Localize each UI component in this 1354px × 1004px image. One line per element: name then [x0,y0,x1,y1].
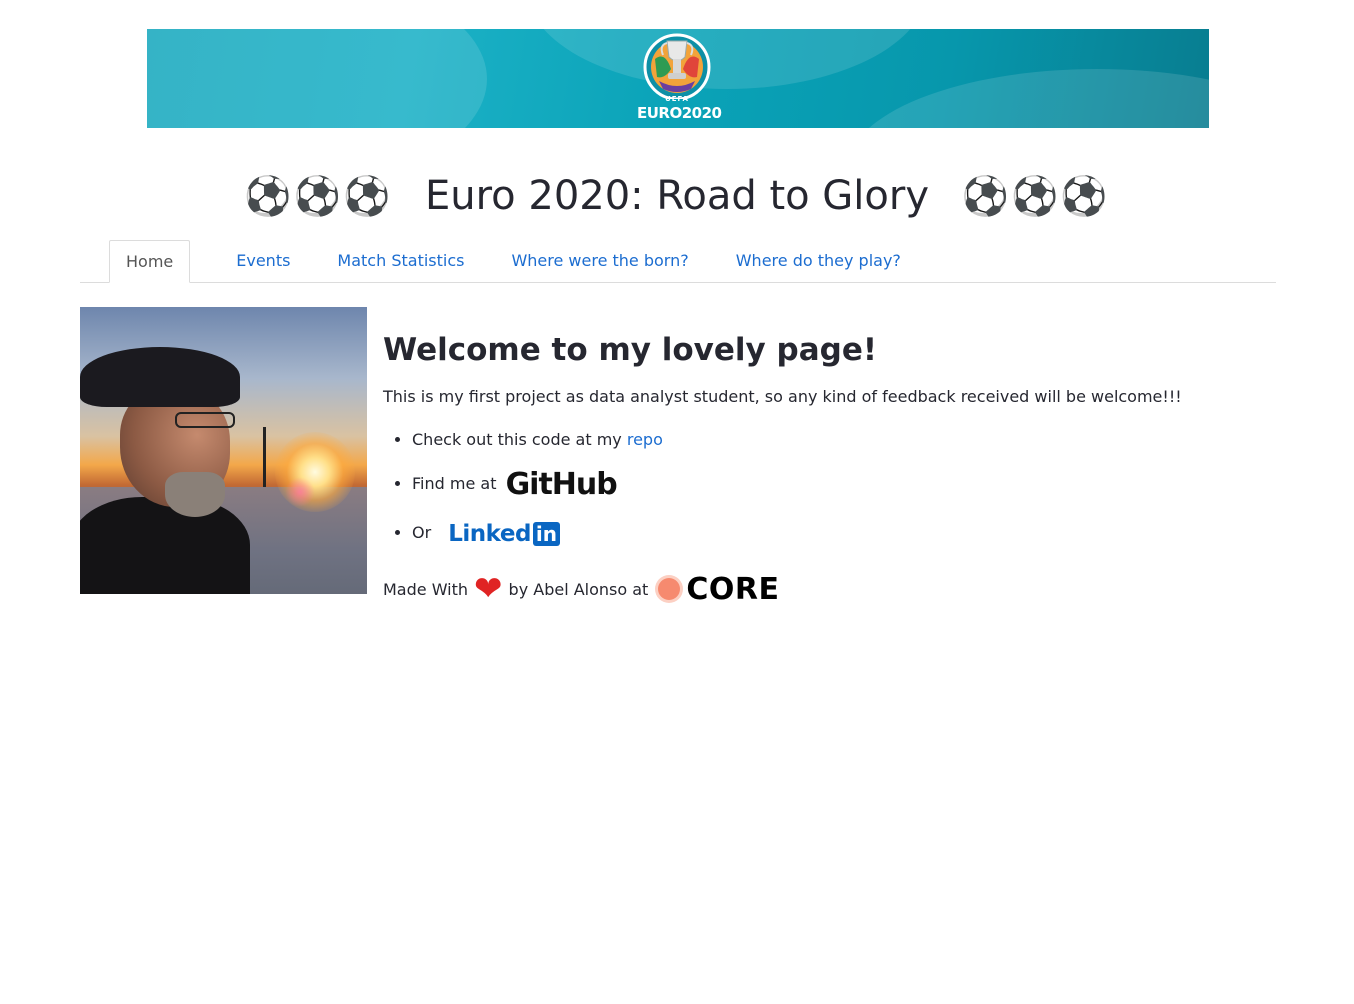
core-dot-icon [658,578,681,600]
photo-lamppost [263,427,266,487]
soccer-ball-icons-left: ⚽⚽⚽ [244,174,393,218]
page: UEFA EURO2020 ⚽⚽⚽ Euro 2020: Road to Glo… [0,0,1354,1004]
tab-where-were-they-born[interactable]: Where were the born? [495,240,704,282]
photo-beard [165,472,225,517]
page-title-text: Euro 2020: Road to Glory [424,173,930,219]
tab-match-statistics[interactable]: Match Statistics [321,240,480,282]
soccer-ball-icons-right: ⚽⚽⚽ [961,174,1110,218]
photo-glasses [175,412,235,428]
made-with-author: by Abel Alonso at [508,579,649,599]
banner-wave [527,29,927,89]
repo-link[interactable]: repo [627,430,663,449]
main-content: Welcome to my lovely page! This is my fi… [383,325,1263,609]
uefa-label: UEFA [665,95,689,103]
list-item-repo: Check out this code at my repo [412,427,1263,453]
page-title: ⚽⚽⚽ Euro 2020: Road to Glory ⚽⚽⚽ [0,168,1354,224]
tab-home[interactable]: Home [109,240,191,283]
list-item-linkedin: Or Linkedin [412,520,1263,557]
core-logo: CORE [686,571,780,607]
linkedin-wordmark: Linked [448,520,531,547]
euro2020-wordmark: EURO2020 [637,104,722,122]
banner-wave [147,29,487,128]
euro2020-logo: UEFA EURO2020 [637,29,722,128]
repo-prefix: Check out this code at my [412,430,627,449]
list-item-github: Find me at GitHub [412,469,1263,508]
linkedin-logo-link[interactable]: Linked in [448,520,561,547]
banner-wave [847,69,1209,128]
tab-events[interactable]: Events [220,240,306,282]
photo-cap [80,347,240,407]
heart-icon: ❤ [474,569,503,609]
trophy-icon [643,33,711,101]
photo-person [80,347,250,594]
intro-text: This is my first project as data analyst… [383,387,1182,406]
github-logo-link[interactable]: GitHub [506,469,618,499]
photo-coat [80,497,250,594]
euro2020-banner: UEFA EURO2020 [147,29,1209,128]
tab-bar: Home Events Match Statistics Where were … [80,240,1276,283]
made-with-line: Made With ❤ by Abel Alonso at CORE [383,569,1263,609]
linkedin-prefix: Or [412,523,432,542]
tab-where-do-they-play[interactable]: Where do they play? [720,240,917,282]
author-photo [80,307,367,594]
made-with-prefix: Made With [383,579,469,599]
github-prefix: Find me at [412,474,497,493]
welcome-heading: Welcome to my lovely page! [383,332,877,368]
links-list: Check out this code at my repo Find me a… [383,427,1263,557]
linkedin-in-box: in [532,521,561,546]
photo-lens-flare [285,477,315,507]
